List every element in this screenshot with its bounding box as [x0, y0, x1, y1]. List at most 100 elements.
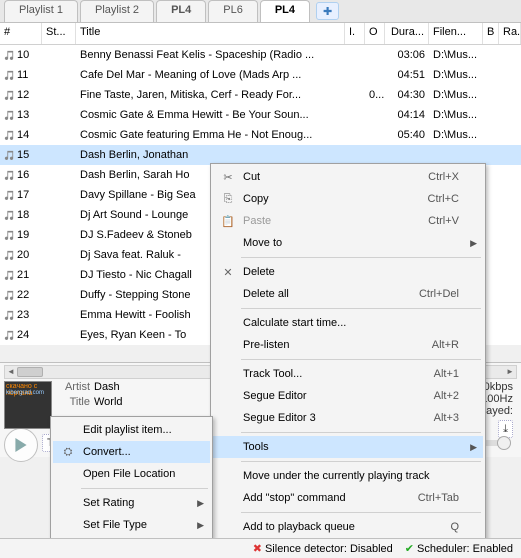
tab-pl4[interactable]: PL4	[260, 0, 310, 22]
music-note-icon	[4, 150, 14, 160]
tab-bar: Playlist 1Playlist 2PL4PL6PL4✚	[0, 0, 521, 23]
menu-item-shortcut: Ctrl+X	[408, 171, 459, 183]
menu-item-tools[interactable]: Tools ▶	[213, 436, 483, 458]
menu-item-label: Delete all	[239, 288, 399, 300]
menu-item-paste: 📋PasteCtrl+V	[213, 210, 483, 232]
chevron-right-icon: ▶	[470, 442, 477, 453]
music-note-icon	[4, 290, 14, 300]
col-status[interactable]: St...	[42, 23, 76, 44]
slider-thumb[interactable]	[497, 436, 511, 450]
tab-playlist-1[interactable]: Playlist 1	[4, 0, 78, 22]
add-tab-button[interactable]: ✚	[316, 2, 339, 20]
col-o[interactable]: O	[365, 23, 385, 44]
menu-item-pre-listen[interactable]: Pre-listenAlt+R	[213, 334, 483, 356]
table-row[interactable]: 15Dash Berlin, Jonathan	[0, 145, 521, 165]
menu-item-shortcut: Alt+1	[414, 368, 459, 380]
table-row[interactable]: 13Cosmic Gate & Emma Hewitt - Be Your So…	[0, 105, 521, 125]
menu-item-shortcut: Ctrl+V	[408, 215, 459, 227]
column-header: # St... Title I. O Dura... Filen... B Ra…	[0, 23, 521, 45]
menu-item-label: Calculate start time...	[239, 317, 459, 329]
status-bar: ✖Silence detector: Disabled ✔Scheduler: …	[0, 538, 521, 558]
chevron-right-icon: ▶	[197, 520, 204, 531]
menu-item-delete[interactable]: ✕Delete	[213, 261, 483, 283]
menu-item-set-rating[interactable]: Set Rating ▶	[53, 492, 210, 514]
music-note-icon	[4, 70, 14, 80]
menu-item-open-file-location[interactable]: Open File Location	[53, 463, 210, 485]
title-value: World	[94, 396, 123, 411]
menu-separator	[241, 257, 481, 258]
scroll-thumb[interactable]	[17, 367, 43, 377]
x-icon: ✖	[253, 542, 262, 555]
menu-item-move-to[interactable]: Move to ▶	[213, 232, 483, 254]
menu-separator	[241, 308, 481, 309]
menu-item-calculate-start-time[interactable]: Calculate start time...	[213, 312, 483, 334]
menu-item-edit-playlist-item[interactable]: Edit playlist item...	[53, 419, 210, 441]
menu-item-delete-all[interactable]: Delete allCtrl+Del	[213, 283, 483, 305]
menu-item-copy[interactable]: ⎘CopyCtrl+C	[213, 188, 483, 210]
menu-item-add-to-playback-queue[interactable]: Add to playback queueQ	[213, 516, 483, 538]
table-row[interactable]: 14Cosmic Gate featuring Emma He - Not En…	[0, 125, 521, 145]
menu-item-icon: ⛭	[57, 446, 79, 459]
play-button[interactable]	[4, 428, 38, 462]
col-filename[interactable]: Filen...	[429, 23, 483, 44]
menu-item-icon: ⎘	[217, 193, 239, 206]
table-row[interactable]: 12Fine Taste, Jaren, Mitiska, Cerf - Rea…	[0, 85, 521, 105]
menu-item-label: Tools	[239, 441, 459, 453]
menu-item-shortcut: Ctrl+Del	[399, 288, 459, 300]
table-row[interactable]: 11Cafe Del Mar - Meaning of Love (Mads A…	[0, 65, 521, 85]
menu-item-segue-editor[interactable]: Segue EditorAlt+2	[213, 385, 483, 407]
music-note-icon	[4, 50, 14, 60]
scroll-right-icon[interactable]: ►	[504, 366, 516, 378]
menu-item-label: Segue Editor	[239, 390, 414, 402]
col-number[interactable]: #	[0, 23, 42, 44]
menu-separator	[241, 512, 481, 513]
menu-item-cut[interactable]: ✂CutCtrl+X	[213, 166, 483, 188]
menu-item-add-stop-command[interactable]: Add "stop" commandCtrl+Tab	[213, 487, 483, 509]
music-note-icon	[4, 310, 14, 320]
tab-playlist-2[interactable]: Playlist 2	[80, 0, 154, 22]
menu-item-label: Set Rating	[79, 497, 186, 509]
menu-item-label: Move to	[239, 237, 459, 249]
menu-item-track-tool[interactable]: Track Tool...Alt+1	[213, 363, 483, 385]
col-duration[interactable]: Dura...	[385, 23, 429, 44]
menu-item-label: Cut	[239, 171, 408, 183]
table-row[interactable]: 10Benny Benassi Feat Kelis - Spaceship (…	[0, 45, 521, 65]
menu-item-label: Copy	[239, 193, 408, 205]
music-note-icon	[4, 230, 14, 240]
menu-item-label: Move under the currently playing track	[239, 470, 459, 482]
menu-item-convert[interactable]: ⛭Convert...	[53, 441, 210, 463]
music-note-icon	[4, 170, 14, 180]
status-scheduler[interactable]: ✔Scheduler: Enabled	[405, 542, 513, 555]
menu-separator	[241, 432, 481, 433]
menu-separator	[241, 359, 481, 360]
menu-item-shortcut: Alt+3	[414, 412, 459, 424]
col-i[interactable]: I.	[345, 23, 365, 44]
menu-item-label: Pre-listen	[239, 339, 412, 351]
menu-item-segue-editor-3[interactable]: Segue Editor 3Alt+3	[213, 407, 483, 429]
menu-item-shortcut: Q	[430, 521, 459, 533]
menu-item-set-file-type[interactable]: Set File Type▶	[53, 514, 210, 536]
menu-item-label: Track Tool...	[239, 368, 414, 380]
title-label: Title	[58, 396, 90, 411]
artist-value: Dash	[94, 381, 120, 396]
scroll-left-icon[interactable]: ◄	[5, 366, 17, 378]
album-art: скачано с портала kibergrad.com	[4, 381, 52, 429]
menu-item-move-under-the-currently-playing-track[interactable]: Move under the currently playing track	[213, 465, 483, 487]
status-silence[interactable]: ✖Silence detector: Disabled	[253, 542, 393, 555]
tab-pl4[interactable]: PL4	[156, 0, 206, 22]
menu-item-icon: ✂	[217, 171, 239, 184]
menu-item-shortcut: Alt+2	[414, 390, 459, 402]
col-title[interactable]: Title	[76, 23, 345, 44]
col-b[interactable]: B	[483, 23, 499, 44]
menu-item-label: Open File Location	[79, 468, 186, 480]
chevron-right-icon: ▶	[197, 498, 204, 509]
context-menu-tools: Edit playlist item... ⛭Convert... Open Fil…	[50, 416, 213, 539]
menu-item-label: Segue Editor 3	[239, 412, 414, 424]
menu-item-shortcut: Alt+R	[412, 339, 459, 351]
tab-pl6[interactable]: PL6	[208, 0, 258, 22]
music-note-icon	[4, 130, 14, 140]
chevron-right-icon: ▶	[470, 238, 477, 249]
col-rating[interactable]: Ra...	[499, 23, 521, 44]
context-menu-main: ✂CutCtrl+X⎘CopyCtrl+C📋PasteCtrl+VMove to…	[210, 163, 486, 541]
menu-item-label: Edit playlist item...	[79, 424, 186, 436]
